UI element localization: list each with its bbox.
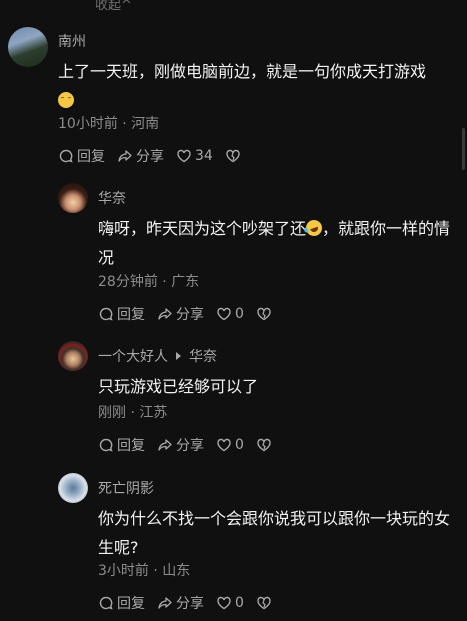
share-button[interactable]: 分享: [157, 304, 204, 324]
reply-button[interactable]: 回复: [98, 304, 145, 324]
username[interactable]: 华奈: [98, 188, 126, 208]
avatar[interactable]: [58, 341, 88, 371]
broken-heart-icon: [226, 149, 240, 163]
avatar[interactable]: [8, 27, 48, 67]
comment-meta: 28分钟前 · 广东: [98, 274, 200, 290]
comment-meta: 3小时前 · 山东: [98, 563, 191, 579]
share-button[interactable]: 分享: [157, 593, 204, 613]
comment-actions: 回复 分享 0: [98, 593, 275, 613]
broken-heart-icon: [257, 438, 271, 452]
broken-heart-icon: [257, 596, 271, 610]
heart-icon: [217, 596, 231, 610]
heart-icon: [217, 307, 231, 321]
reply-button[interactable]: 回复: [98, 435, 145, 455]
comment-actions: 回复 分享 34: [58, 146, 244, 166]
reply-bubble-icon: [99, 438, 113, 452]
username[interactable]: 一个大好人 华奈: [98, 346, 217, 366]
share-button[interactable]: 分享: [117, 146, 164, 166]
like-button[interactable]: 34: [176, 148, 213, 164]
like-count: 0: [235, 437, 244, 453]
dislike-button[interactable]: [256, 306, 275, 322]
comment-text: 只玩游戏已经够可以了: [98, 377, 259, 396]
comment-meta: 刚刚 · 江苏: [98, 405, 168, 421]
reply-bubble-icon: [99, 596, 113, 610]
comment-text: 嗨呀，昨天因为这个吵架了还 ，就跟你一样的情况: [98, 217, 451, 267]
username[interactable]: 南州: [58, 31, 86, 51]
broken-heart-icon: [257, 307, 271, 321]
share-button[interactable]: 分享: [157, 435, 204, 455]
comment-meta: 10小时前 · 河南: [58, 116, 160, 132]
like-button[interactable]: 0: [216, 595, 244, 611]
share-arrow-icon: [158, 439, 172, 451]
smiling-emoji-icon: [58, 92, 74, 108]
reply-button[interactable]: 回复: [58, 146, 105, 166]
collapse-replies-link[interactable]: 收起^: [95, 0, 132, 13]
comment-text: 你为什么不找一个会跟你说我可以跟你一块玩的女生呢?: [98, 509, 451, 557]
share-arrow-icon: [158, 308, 172, 320]
reply-to-arrow-icon: [176, 352, 181, 360]
comment-actions: 回复 分享 0: [98, 435, 275, 455]
avatar[interactable]: [58, 473, 88, 503]
reply-button[interactable]: 回复: [98, 593, 145, 613]
dislike-button[interactable]: [256, 595, 275, 611]
reply-bubble-icon: [99, 307, 113, 321]
avatar[interactable]: [58, 183, 88, 213]
comment-actions: 回复 分享 0: [98, 304, 275, 324]
like-count: 34: [195, 148, 213, 164]
like-button[interactable]: 0: [216, 306, 244, 322]
like-button[interactable]: 0: [216, 437, 244, 453]
share-arrow-icon: [158, 597, 172, 609]
scrollbar[interactable]: [462, 128, 465, 170]
comment-text: 上了一天班，刚做电脑前边，就是一句你成天打游戏: [58, 57, 453, 115]
username[interactable]: 死亡阴影: [98, 478, 154, 498]
dislike-button[interactable]: [256, 437, 275, 453]
share-arrow-icon: [118, 150, 132, 162]
heart-icon: [217, 438, 231, 452]
like-count: 0: [235, 306, 244, 322]
heart-icon: [177, 149, 191, 163]
reply-bubble-icon: [59, 149, 73, 163]
dislike-button[interactable]: [225, 148, 244, 164]
reply-to-username[interactable]: 华奈: [189, 349, 217, 365]
like-count: 0: [235, 595, 244, 611]
